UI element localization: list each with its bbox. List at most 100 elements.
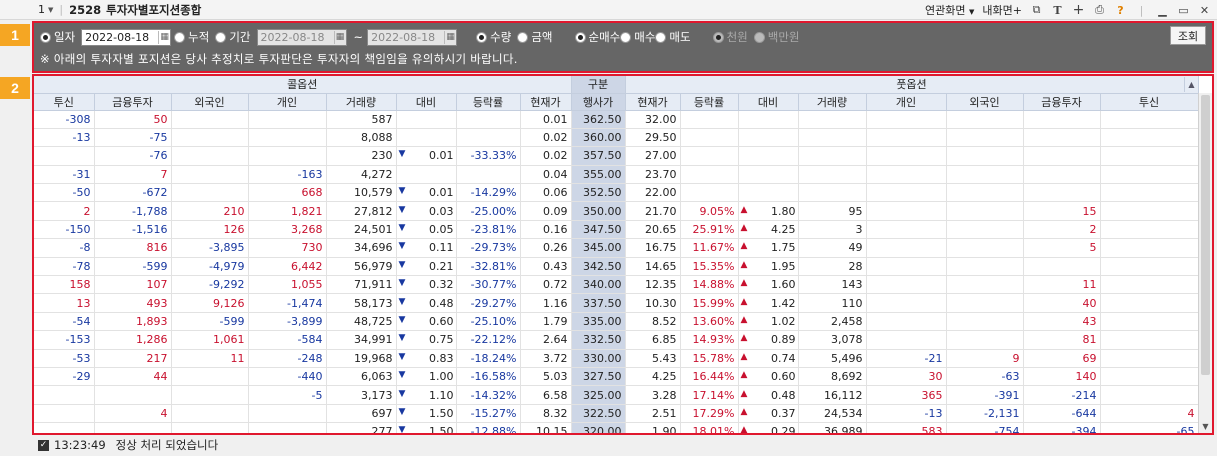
window-number[interactable]: 1 — [38, 3, 45, 16]
radio-period[interactable]: 기간 — [215, 29, 251, 45]
column-header[interactable]: 행사가 — [571, 93, 626, 111]
table-cell — [866, 201, 947, 221]
radio-net-buy[interactable]: 순매수 — [574, 29, 620, 45]
table-cell: 1,061 — [171, 330, 249, 350]
table-cell: -163 — [248, 165, 327, 185]
query-button[interactable]: 조회 — [1170, 26, 1206, 45]
column-header[interactable]: 대비 — [396, 93, 457, 111]
date-input-to[interactable]: 2022-08-18 ▦ — [367, 28, 458, 46]
table-cell: 347.50 — [571, 220, 626, 240]
table-cell: 1,055 — [248, 275, 327, 295]
table-cell: 9,126 — [171, 293, 249, 313]
table-cell — [946, 110, 1024, 129]
table-row[interactable]: 2 -1,788 210 1,821 27,812 ▼ 0.03 -25.00% 0.09 350… — [34, 201, 1199, 221]
column-header[interactable]: 금융투자 — [94, 93, 172, 111]
table-row[interactable]: -29 44 -440 6,063 ▼ 1.00 -16.58% 5.03 327.50 4.25… — [34, 367, 1199, 387]
column-header[interactable]: 외국인 — [171, 93, 249, 111]
help-icon[interactable]: ? — [1114, 4, 1127, 17]
vertical-scrollbar[interactable]: ▼ — [1198, 93, 1212, 433]
table-cell — [680, 183, 739, 203]
table-cell: 3,268 — [248, 220, 327, 240]
close-icon[interactable]: ✕ — [1198, 4, 1211, 17]
table-row[interactable]: 277 ▼ 1.50 -12.88% 10.15 320.00 1.90 18.01% ▲ 0.2… — [34, 422, 1199, 433]
table-cell — [798, 110, 867, 129]
radio-day[interactable]: 일자 — [40, 29, 75, 45]
table-cell — [946, 275, 1024, 295]
table-cell — [248, 146, 327, 166]
table-row[interactable]: -308 50 587 0.01 362.50 32.00 — [34, 110, 1199, 129]
my-screen-menu[interactable]: 내화면+ — [982, 2, 1022, 18]
table-cell: -16.58% — [456, 367, 521, 387]
column-header[interactable]: 금융투자 — [1023, 93, 1101, 111]
date-input-from[interactable]: 2022-08-18 ▦ — [256, 28, 347, 46]
check-icon: ✓ — [38, 439, 49, 451]
table-row[interactable]: -53 217 11 -248 19,968 ▼ 0.83 -18.24% 3.72 330.00… — [34, 349, 1199, 368]
column-header[interactable]: 투신 — [1100, 93, 1199, 111]
calendar-icon[interactable]: ▦ — [444, 30, 456, 44]
related-screen-menu[interactable]: 연관화면 ▼ — [925, 2, 974, 18]
column-header[interactable]: 대비 — [738, 93, 799, 111]
table-row[interactable]: -50 -672 668 10,579 ▼ 0.01 -14.29% 0.06 352.50 22… — [34, 183, 1199, 203]
table-cell — [456, 110, 521, 129]
radio-dot — [517, 31, 529, 43]
maximize-icon[interactable]: ▭ — [1177, 4, 1190, 17]
table-cell: 730 — [248, 238, 327, 258]
table-cell: -14.32% — [456, 385, 521, 405]
table-row[interactable]: -8 816 -3,895 730 34,696 ▼ 0.11 -29.73% 0.26 345.… — [34, 238, 1199, 258]
column-header[interactable]: 외국인 — [946, 93, 1024, 111]
table-row[interactable]: -78 -599 -4,979 6,442 56,979 ▼ 0.21 -32.81% 0.43… — [34, 257, 1199, 277]
radio-cumulative[interactable]: 누적 — [174, 29, 209, 45]
table-row[interactable]: 158 107 -9,292 1,055 71,911 ▼ 0.32 -30.77% 0.72 3… — [34, 275, 1199, 295]
table-row[interactable]: -76 230 ▼ 0.01 -33.33% 0.02 357.50 27.00 — [34, 146, 1199, 166]
table-cell — [946, 220, 1024, 240]
window-number-dropdown-icon[interactable]: ▼ — [48, 6, 53, 14]
table-row[interactable]: -153 1,286 1,061 -584 34,991 ▼ 0.75 -22.12% 2.64… — [34, 330, 1199, 350]
table-cell — [396, 165, 457, 185]
column-header[interactable]: 개인 — [248, 93, 327, 111]
table-cell: 340.00 — [571, 275, 626, 295]
table-cell — [1100, 330, 1199, 350]
column-header[interactable]: 현재가 — [625, 93, 681, 111]
calendar-icon[interactable]: ▦ — [333, 30, 346, 44]
scrollbar-thumb[interactable] — [1201, 95, 1210, 375]
radio-amount[interactable]: 금액 — [517, 29, 553, 45]
table-cell — [1023, 146, 1101, 166]
radio-thousand-won[interactable]: 천원 — [712, 29, 748, 45]
text-icon[interactable]: T — [1051, 4, 1064, 17]
table-cell: 19,968 — [326, 349, 397, 368]
table-cell: 668 — [248, 183, 327, 203]
table-row[interactable]: 13 493 9,126 -1,474 58,173 ▼ 0.48 -29.27% 1.16 33… — [34, 293, 1199, 313]
table-row[interactable]: -31 7 -163 4,272 0.04 355.00 23.70 — [34, 165, 1199, 185]
radio-buy[interactable]: 매수 — [620, 29, 655, 45]
radio-quantity[interactable]: 수량 — [476, 29, 511, 45]
table-row[interactable]: -150 -1,516 126 3,268 24,501 ▼ 0.05 -23.81% 0.16… — [34, 220, 1199, 240]
column-header[interactable]: 거래량 — [798, 93, 867, 111]
column-header[interactable]: 현재가 — [520, 93, 572, 111]
put-option-group-header: 풋옵션 — [625, 76, 1199, 94]
table-cell: ▼ 0.11 — [396, 238, 457, 258]
column-header[interactable]: 등락률 — [680, 93, 739, 111]
table-cell: -32.81% — [456, 257, 521, 277]
minimize-icon[interactable]: ▁ — [1156, 4, 1169, 17]
table-row[interactable]: -13 -75 8,088 0.02 360.00 29.50 — [34, 128, 1199, 148]
add-icon[interactable]: + — [1072, 2, 1085, 18]
column-header[interactable]: 거래량 — [326, 93, 397, 111]
table-cell: 350.00 — [571, 201, 626, 221]
table-row[interactable]: -54 1,893 -599 -3,899 48,725 ▼ 0.60 -25.10% 1.79… — [34, 312, 1199, 332]
table-cell: -13 — [866, 404, 947, 424]
scroll-down-icon[interactable]: ▼ — [1199, 419, 1212, 433]
print-icon[interactable]: ⎙ — [1093, 3, 1106, 17]
calendar-icon[interactable]: ▦ — [158, 30, 170, 44]
date-input-single[interactable]: 2022-08-18 ▦ — [81, 28, 172, 46]
table-cell — [866, 275, 947, 295]
table-cell: ▼ 0.01 — [396, 183, 457, 203]
table-row[interactable]: -5 3,173 ▼ 1.10 -14.32% 6.58 325.00 3.28 17.14% ▲… — [34, 385, 1199, 405]
column-header[interactable]: 등락률 — [456, 93, 521, 111]
screen-link-icon[interactable]: ⧉ — [1030, 3, 1043, 17]
radio-million-won[interactable]: 백만원 — [753, 29, 800, 45]
column-header[interactable]: 투신 — [34, 93, 95, 111]
table-row[interactable]: 4 697 ▼ 1.50 -15.27% 8.32 322.50 2.51 17.29% ▲ 0.3… — [34, 404, 1199, 424]
chevron-up-icon[interactable]: ▲ — [1184, 77, 1198, 92]
column-header[interactable]: 개인 — [866, 93, 947, 111]
radio-sell[interactable]: 매도 — [655, 29, 691, 45]
